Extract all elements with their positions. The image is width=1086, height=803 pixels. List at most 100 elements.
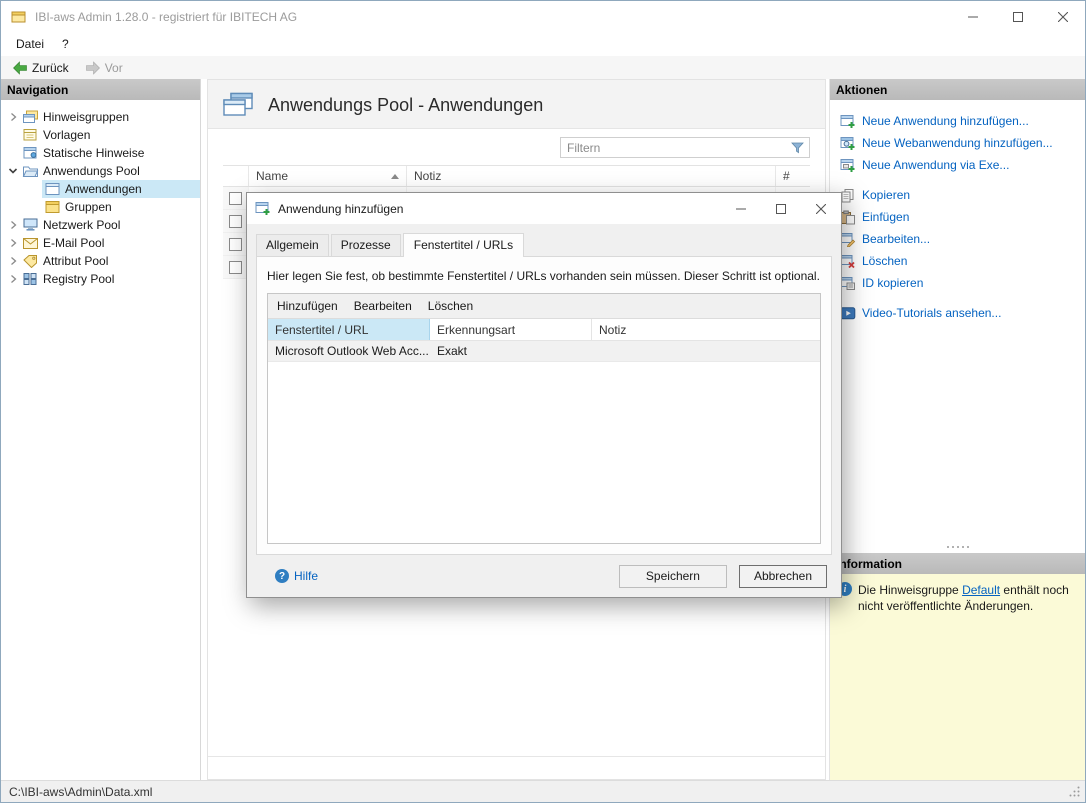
nav-item-anwendungs-pool[interactable]: Anwendungs Pool: [1, 162, 200, 180]
splitter-handle[interactable]: [830, 541, 1085, 553]
edit-icon: [840, 232, 856, 247]
dialog-close-button[interactable]: [801, 193, 841, 224]
tab-allgemein[interactable]: Allgemein: [256, 234, 329, 256]
close-button[interactable]: [1040, 1, 1085, 32]
chevron-right-icon[interactable]: [6, 274, 20, 284]
column-header-checkbox[interactable]: [223, 166, 249, 186]
tab-prozesse[interactable]: Prozesse: [331, 234, 401, 256]
abbrechen-button[interactable]: Abbrechen: [739, 565, 827, 588]
nav-item-email-pool[interactable]: E-Mail Pool: [1, 234, 200, 252]
action-label: Neue Webanwendung hinzufügen...: [862, 136, 1053, 150]
filter-icon[interactable]: [786, 142, 809, 154]
table-row[interactable]: Microsoft Outlook Web Acc... Exakt: [268, 341, 820, 362]
nav-item-attribut-pool[interactable]: Attribut Pool: [1, 252, 200, 270]
bearbeiten-button[interactable]: Bearbeiten: [354, 299, 412, 313]
resize-grip-icon[interactable]: [1068, 785, 1081, 798]
default-hinweisgruppe-link[interactable]: Default: [962, 583, 1000, 597]
list-toolbar: Hinzufügen Bearbeiten Löschen: [268, 294, 820, 319]
statusbar-path: C:\IBI-aws\Admin\Data.xml: [9, 785, 152, 799]
dialog-minimize-button[interactable]: [721, 193, 761, 224]
cell-notiz: [592, 341, 820, 361]
help-icon: ?: [275, 569, 289, 583]
row-checkbox[interactable]: [229, 215, 242, 228]
column-header-notiz[interactable]: Notiz: [407, 166, 776, 186]
application-window-icon: [44, 182, 61, 196]
chevron-right-icon[interactable]: [6, 112, 20, 122]
action-video-tutorials[interactable]: Video-Tutorials ansehen...: [840, 302, 1079, 324]
minimize-button[interactable]: [950, 1, 995, 32]
network-icon: [22, 218, 39, 232]
window-title: IBI-aws Admin 1.28.0 - registriert für I…: [35, 10, 297, 24]
back-label: Zurück: [32, 61, 69, 75]
static-hints-icon: [22, 146, 39, 160]
nav-item-label: Vorlagen: [43, 128, 94, 142]
nav-item-label: Anwendungs Pool: [43, 164, 144, 178]
row-checkbox[interactable]: [229, 261, 242, 274]
action-label: Neue Anwendung via Exe...: [862, 158, 1009, 172]
back-button[interactable]: Zurück: [7, 60, 74, 76]
actions-list: Neue Anwendung hinzufügen... Neue Webanw…: [830, 100, 1085, 541]
chevron-right-icon[interactable]: [6, 256, 20, 266]
dialog-tabs: Allgemein Prozesse Fenstertitel / URLs: [247, 224, 841, 256]
column-header-erkennungsart[interactable]: Erkennungsart: [430, 319, 592, 340]
copy-icon: [840, 188, 856, 203]
list-empty-area: [268, 362, 820, 543]
titlebar[interactable]: IBI-aws Admin 1.28.0 - registriert für I…: [1, 1, 1085, 32]
table-header-row: Name Notiz #: [223, 165, 810, 187]
window-plus-icon: [840, 158, 856, 173]
nav-item-anwendungen[interactable]: Anwendungen: [1, 180, 200, 198]
action-neue-anwendung-hinzufuegen[interactable]: Neue Anwendung hinzufügen...: [840, 110, 1079, 132]
nav-item-label: Attribut Pool: [43, 254, 112, 268]
action-einfuegen[interactable]: Einfügen: [840, 206, 1079, 228]
column-header-fenstertitel-url[interactable]: Fenstertitel / URL: [268, 319, 430, 340]
actions-header: Aktionen: [830, 79, 1085, 100]
loeschen-button[interactable]: Löschen: [428, 299, 473, 313]
back-arrow-icon: [12, 61, 28, 75]
column-label: Notiz: [414, 169, 441, 183]
chevron-right-icon[interactable]: [6, 238, 20, 248]
app-icon: [11, 10, 27, 24]
action-label: Einfügen: [862, 210, 909, 224]
nav-item-statische-hinweise[interactable]: Statische Hinweise: [1, 144, 200, 162]
dialog-maximize-button[interactable]: [761, 193, 801, 224]
nav-item-hinweisgruppen[interactable]: Hinweisgruppen: [1, 108, 200, 126]
filter-box: [560, 137, 810, 158]
cell-erkennungsart: Exakt: [430, 341, 592, 361]
hinzufuegen-button[interactable]: Hinzufügen: [277, 299, 338, 313]
action-loeschen[interactable]: Löschen: [840, 250, 1079, 272]
menu-datei[interactable]: Datei: [7, 34, 53, 54]
row-checkbox[interactable]: [229, 238, 242, 251]
speichern-button[interactable]: Speichern: [619, 565, 727, 588]
column-label: Name: [256, 169, 288, 183]
column-header-count[interactable]: #: [776, 166, 810, 186]
page-header: Anwendungs Pool - Anwendungen: [208, 80, 825, 129]
menu-help[interactable]: ?: [53, 34, 78, 54]
dialog-titlebar[interactable]: Anwendung hinzufügen: [247, 193, 841, 224]
cell-fenstertitel-url: Microsoft Outlook Web Acc...: [268, 341, 430, 361]
row-checkbox[interactable]: [229, 192, 242, 205]
nav-item-registry-pool[interactable]: Registry Pool: [1, 270, 200, 288]
action-bearbeiten[interactable]: Bearbeiten...: [840, 228, 1079, 250]
action-neue-anwendung-via-exe[interactable]: Neue Anwendung via Exe...: [840, 154, 1079, 176]
navigation-panel: Navigation Hinweisgruppen Vorlagen: [1, 79, 201, 780]
nav-item-vorlagen[interactable]: Vorlagen: [1, 126, 200, 144]
nav-item-netzwerk-pool[interactable]: Netzwerk Pool: [1, 216, 200, 234]
column-header-notiz[interactable]: Notiz: [592, 319, 820, 340]
nav-item-gruppen[interactable]: Gruppen: [1, 198, 200, 216]
filter-input[interactable]: [561, 141, 786, 155]
page-title: Anwendungs Pool - Anwendungen: [268, 95, 543, 116]
sort-ascending-icon: [391, 174, 399, 179]
forward-button[interactable]: Vor: [80, 60, 128, 76]
forward-label: Vor: [105, 61, 123, 75]
hilfe-link[interactable]: ? Hilfe: [275, 569, 318, 583]
action-kopieren[interactable]: Kopieren: [840, 184, 1079, 206]
action-id-kopieren[interactable]: ID kopieren: [840, 272, 1079, 294]
chevron-right-icon[interactable]: [6, 220, 20, 230]
window-plus-icon: [840, 136, 856, 151]
maximize-button[interactable]: [995, 1, 1040, 32]
chevron-down-icon[interactable]: [6, 166, 20, 176]
column-header-name[interactable]: Name: [249, 166, 407, 186]
email-icon: [22, 237, 39, 250]
tab-fenstertitel-urls[interactable]: Fenstertitel / URLs: [403, 233, 524, 257]
action-neue-webanwendung-hinzufuegen[interactable]: Neue Webanwendung hinzufügen...: [840, 132, 1079, 154]
